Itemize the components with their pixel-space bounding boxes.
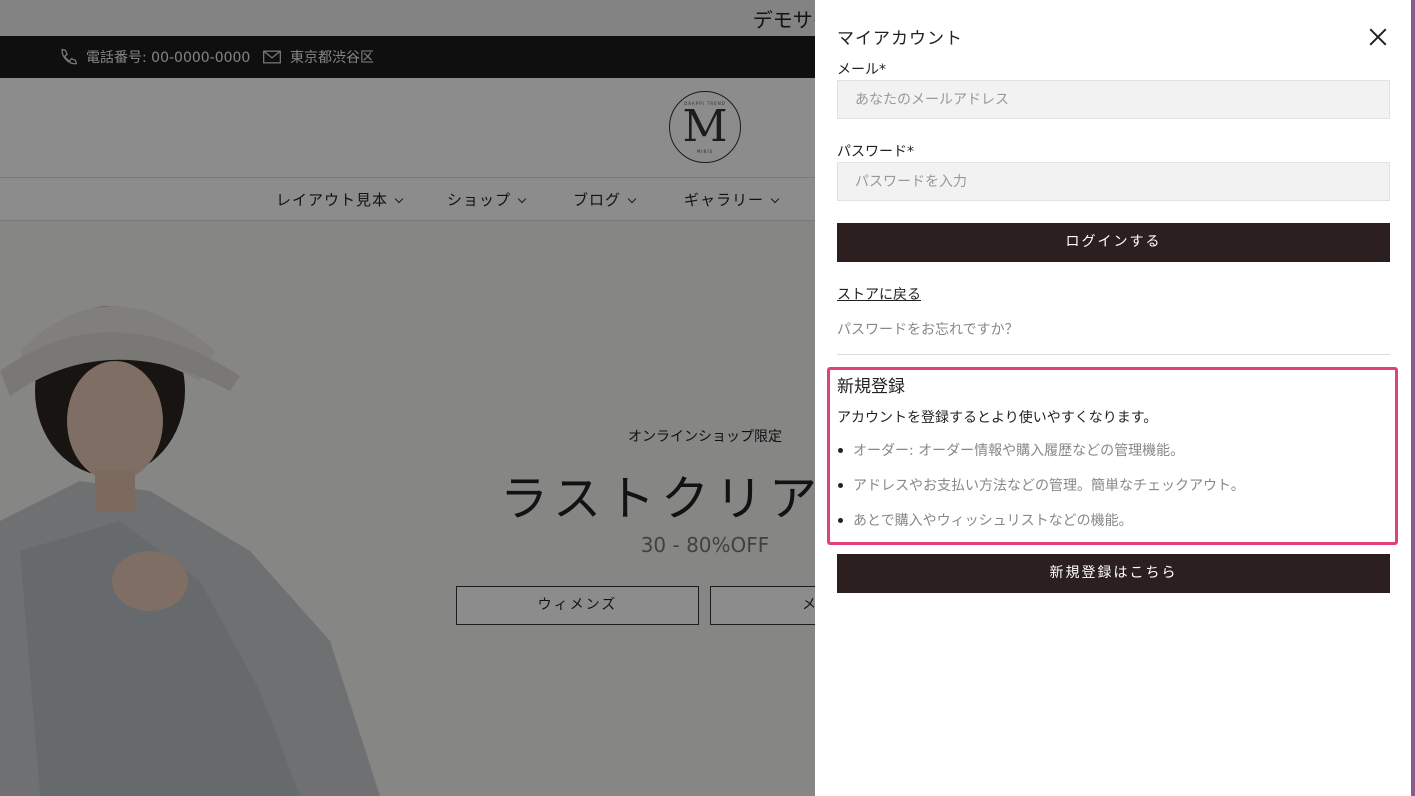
password-field[interactable] <box>837 162 1390 201</box>
email-label: メール* <box>837 62 886 78</box>
list-item: あとで購入やウィッシュリストなどの機能。 <box>837 510 1245 545</box>
list-item: オーダー: オーダー情報や購入履歴などの管理機能。 <box>837 440 1245 475</box>
drawer-title: マイアカウント <box>837 29 963 49</box>
register-benefits-list: オーダー: オーダー情報や購入履歴などの管理機能。 アドレスやお支払い方法などの… <box>837 440 1245 545</box>
back-to-store-link[interactable]: ストアに戻る <box>837 284 921 304</box>
list-item: アドレスやお支払い方法などの管理。簡単なチェックアウト。 <box>837 475 1245 510</box>
forgot-password-link[interactable]: パスワードをお忘れですか？ <box>837 319 1019 339</box>
register-button[interactable]: 新規登録はこちら <box>837 554 1390 593</box>
register-title: 新規登録 <box>837 377 905 397</box>
email-field[interactable] <box>837 80 1390 119</box>
login-button[interactable]: ログインする <box>837 223 1390 262</box>
modal-overlay[interactable] <box>0 0 815 796</box>
divider <box>837 354 1390 355</box>
close-icon[interactable] <box>1368 27 1388 47</box>
window-edge <box>1411 0 1415 796</box>
account-drawer: マイアカウント メール* パスワード* ログインする ストアに戻る パスワードを… <box>815 0 1411 796</box>
password-label: パスワード* <box>837 144 914 160</box>
register-description: アカウントを登録するとより使いやすくなります。 <box>837 410 1158 426</box>
